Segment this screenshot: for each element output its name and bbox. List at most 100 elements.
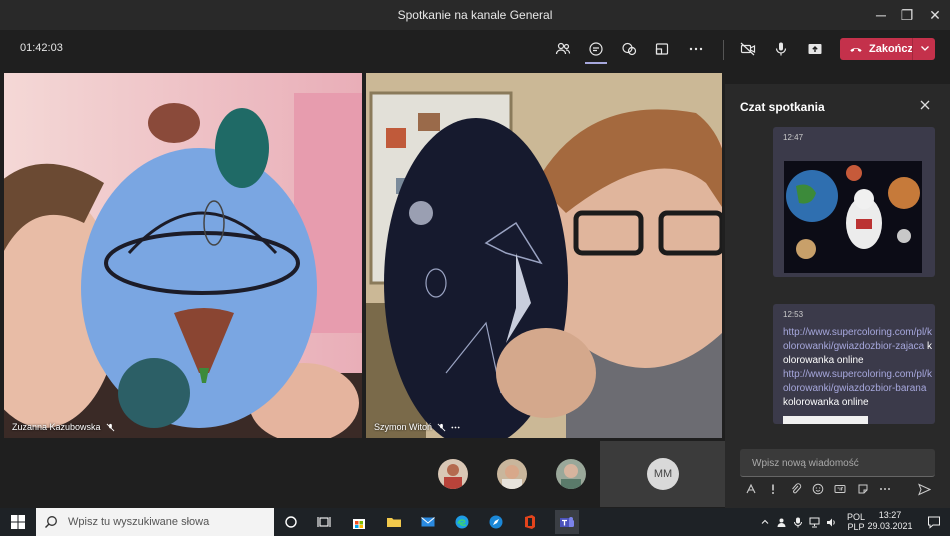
sticker-icon [858, 484, 868, 494]
avatar-image [556, 459, 586, 489]
store-app-button[interactable] [349, 512, 369, 532]
mic-toggle-button[interactable] [768, 38, 794, 60]
store-icon [353, 519, 365, 529]
raise-hand-icon [622, 42, 637, 56]
microphone-icon[interactable] [793, 517, 803, 528]
message-link[interactable]: http://www.supercoloring.com/pl/kolorowa… [783, 327, 932, 352]
chat-panel-title: Czat spotkania [740, 100, 825, 114]
participant-name: Zuzanna Kazubowska [12, 422, 101, 432]
more-actions-button[interactable] [683, 38, 709, 60]
notification-icon [928, 516, 940, 529]
clock-date: 29.03.2021 [867, 521, 913, 531]
microphone-icon [775, 42, 787, 56]
teams-icon [560, 517, 574, 527]
person-icon[interactable] [776, 517, 787, 528]
attach-button[interactable] [789, 482, 803, 496]
start-button[interactable] [8, 512, 28, 532]
camera-toggle-button[interactable] [735, 38, 761, 60]
priority-button[interactable] [766, 482, 780, 496]
more-compose-options-button[interactable] [878, 482, 892, 496]
toolbar-separator [723, 40, 724, 60]
message-body: http://www.supercoloring.com/pl/kolorowa… [783, 326, 933, 410]
search-icon [45, 516, 57, 528]
keyboard-layout: PLP [847, 522, 865, 532]
video-tile-zuzanna[interactable]: Zuzanna Kazubowska [4, 73, 362, 438]
chat-active-indicator [585, 62, 607, 64]
compose-box[interactable] [740, 449, 935, 477]
mic-muted-icon [106, 423, 114, 431]
participants-button[interactable] [550, 38, 576, 60]
close-icon[interactable] [918, 98, 932, 112]
gif-button[interactable] [833, 482, 847, 496]
input-language-indicator[interactable]: POL PLP [847, 512, 865, 532]
volume-icon[interactable] [826, 517, 837, 528]
people-icon [555, 42, 571, 55]
message-text: kolorowanka online [783, 397, 869, 408]
sticker-button[interactable] [856, 482, 870, 496]
task-view-button[interactable] [314, 512, 334, 532]
language-code: POL [847, 512, 866, 522]
notifications-button[interactable] [924, 512, 944, 532]
reactions-button[interactable] [616, 38, 642, 60]
end-call-button[interactable]: Zakończ [840, 38, 935, 60]
video-feed-zuzanna [4, 73, 362, 438]
chat-message: 12:47 [773, 127, 935, 277]
chat-message: 12:53 http://www.supercoloring.com/pl/ko… [773, 304, 935, 424]
maximize-button[interactable]: ❐ [892, 0, 922, 30]
close-window-button[interactable]: ✕ [920, 0, 950, 30]
taskbar-clock[interactable]: 13:27 29.03.2021 [865, 510, 915, 532]
share-screen-button[interactable] [802, 38, 828, 60]
chat-icon [589, 42, 603, 56]
emoji-button[interactable] [811, 482, 825, 496]
end-call-label: Zakończ [869, 43, 914, 55]
search-placeholder: Wpisz tu wyszukiwane słowa [68, 516, 210, 528]
link-preview-thumbnail [783, 416, 868, 424]
office-app-button[interactable] [520, 512, 540, 532]
format-button[interactable] [744, 482, 758, 496]
share-icon [808, 44, 822, 54]
office-icon [525, 515, 535, 529]
participant-name: Szymon Witoń [374, 422, 433, 432]
chat-panel: Czat spotkania 12:47 12:53 http://www.su… [725, 84, 950, 512]
camera-off-icon [740, 42, 756, 56]
file-explorer-button[interactable] [384, 512, 404, 532]
message-link[interactable]: http://www.supercoloring.com/pl/kolorowa… [783, 369, 932, 394]
participant-avatar-1[interactable] [438, 459, 468, 489]
gif-icon [834, 485, 846, 493]
folder-icon [387, 518, 401, 527]
avatar-initials: MM [647, 458, 679, 490]
participant-avatar-2[interactable] [497, 459, 527, 489]
task-view-icon [317, 517, 331, 527]
more-icon [880, 488, 890, 490]
teams-app-button[interactable] [555, 510, 579, 534]
emoji-icon [812, 483, 824, 495]
participant-avatar-3[interactable] [556, 459, 586, 489]
clock-time: 13:27 [878, 510, 902, 520]
more-icon[interactable] [451, 423, 460, 432]
mail-app-button[interactable] [418, 512, 438, 532]
window-titlebar: Spotkanie na kanale General [0, 0, 950, 30]
chevron-down-icon[interactable] [919, 42, 931, 54]
taskbar-search-box[interactable]: Wpisz tu wyszukiwane słowa [36, 508, 274, 536]
exclamation-icon [772, 484, 774, 494]
video-tile-szymon[interactable]: Szymon Witoń [366, 73, 722, 438]
maximize-icon: ❐ [900, 6, 914, 23]
system-tray: POL PLP [760, 508, 865, 536]
send-button[interactable] [917, 482, 931, 496]
chat-button[interactable] [583, 38, 609, 60]
video-feed-szymon [366, 73, 722, 438]
message-image-attachment[interactable] [784, 161, 922, 273]
edge-browser-button[interactable] [452, 512, 472, 532]
chevron-up-icon[interactable] [760, 517, 770, 527]
network-icon[interactable] [809, 517, 820, 528]
meeting-timer: 01:42:03 [20, 42, 63, 54]
phone-hangup-icon [850, 48, 862, 52]
compass-icon [489, 515, 503, 529]
browser-app-button[interactable] [486, 512, 506, 532]
message-input[interactable] [740, 449, 935, 477]
format-icon [746, 483, 756, 494]
rooms-button[interactable] [649, 38, 675, 60]
cortana-button[interactable] [281, 512, 301, 532]
participant-tile-mm[interactable]: MM [600, 441, 726, 507]
message-time: 12:53 [783, 310, 804, 319]
